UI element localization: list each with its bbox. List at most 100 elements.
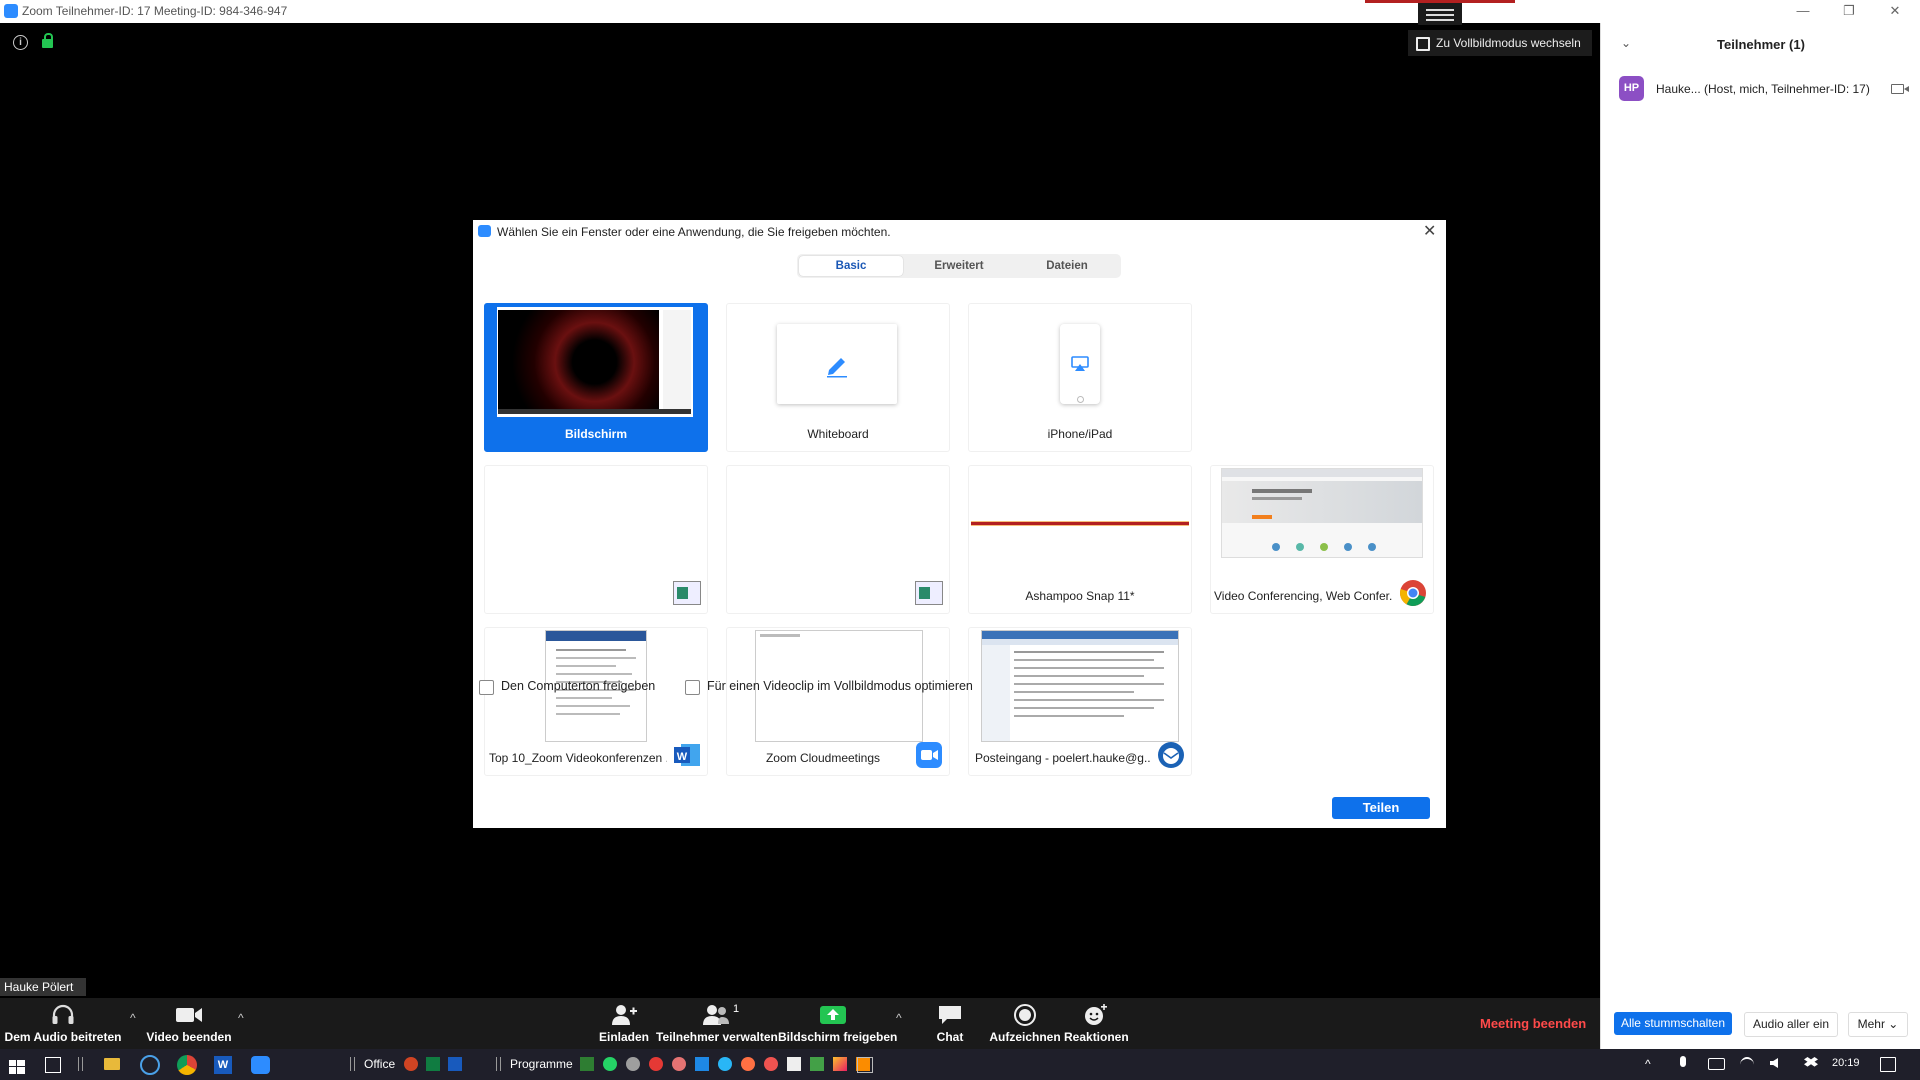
menu-handle-icon[interactable] [1418, 3, 1462, 25]
share-button[interactable]: Teilen [1332, 797, 1430, 819]
office-toolbar-label[interactable]: Office [364, 1057, 395, 1071]
program-icon[interactable] [857, 1057, 873, 1073]
tile-label: Ashampoo Snap 11* [1025, 589, 1135, 603]
program-icon[interactable] [810, 1057, 824, 1071]
join-audio-button[interactable]: Dem Audio beitreten [2, 1004, 124, 1044]
excel-icon[interactable] [426, 1057, 440, 1071]
share-screen-icon [820, 1006, 846, 1024]
more-button[interactable]: Mehr ⌄ [1848, 1012, 1908, 1037]
programs-toolbar-label[interactable]: Programme [510, 1057, 573, 1071]
ashampoo-preview [971, 521, 1189, 526]
record-button[interactable]: Aufzeichnen [988, 1004, 1062, 1044]
chrome-taskbar-icon[interactable] [177, 1055, 197, 1075]
program-icon[interactable] [649, 1057, 663, 1071]
chrome-preview [1221, 468, 1423, 558]
browser-icon[interactable] [140, 1055, 160, 1075]
share-tile-ashampoo-snap[interactable]: Ashampoo Snap 11* [968, 465, 1192, 614]
program-icon[interactable] [580, 1057, 594, 1071]
dropbox-icon[interactable] [695, 1057, 709, 1071]
share-tile-window[interactable] [726, 465, 950, 614]
word-icon: W [674, 744, 700, 766]
share-tile-screen[interactable]: Bildschirm [484, 303, 708, 452]
share-tile-whiteboard[interactable]: Whiteboard [726, 303, 950, 452]
optimize-video-checkbox[interactable] [685, 680, 700, 695]
share-screen-button[interactable]: Bildschirm freigeben [778, 1004, 897, 1044]
file-explorer-icon[interactable] [104, 1058, 120, 1070]
invite-button[interactable]: Einladen [594, 1004, 654, 1044]
reactions-label: Reaktionen [1064, 1030, 1129, 1044]
task-view-icon[interactable] [45, 1057, 61, 1073]
notification-center-icon[interactable] [1880, 1057, 1896, 1072]
share-tile-window[interactable] [484, 465, 708, 614]
microphone-icon[interactable] [1680, 1056, 1686, 1067]
computer-audio-checkbox[interactable] [479, 680, 494, 695]
reactions-button[interactable]: Reaktionen [1064, 1004, 1129, 1044]
battery-icon[interactable] [1708, 1058, 1725, 1070]
window-app-icon [915, 579, 943, 607]
program-icon[interactable] [764, 1057, 778, 1071]
tile-label: Video Conferencing, Web Confer... [1214, 589, 1393, 603]
fullscreen-button[interactable]: Zu Vollbildmodus wechseln [1408, 30, 1592, 56]
word-taskbar-icon[interactable]: W [214, 1056, 232, 1074]
program-icon[interactable] [718, 1057, 732, 1071]
program-icon[interactable] [833, 1057, 847, 1071]
avatar: HP [1619, 76, 1644, 101]
manage-participants-label: Teilnehmer verwalten [656, 1030, 778, 1044]
chat-button[interactable]: Chat [925, 1004, 975, 1044]
stop-video-button[interactable]: Video beenden [142, 1004, 236, 1044]
share-tile-zoom-cloudmeetings[interactable]: Zoom Cloudmeetings [726, 627, 950, 776]
mute-all-button[interactable]: Alle stummschalten [1614, 1012, 1732, 1035]
tile-label: Bildschirm [564, 427, 627, 441]
window-close-button[interactable]: ✕ [1872, 0, 1918, 23]
share-tile-thunderbird-inbox[interactable]: Posteingang - poelert.hauke@g... [968, 627, 1192, 776]
info-icon[interactable]: i [13, 35, 28, 50]
zoom-icon [916, 742, 942, 768]
taskbar-clock[interactable]: 20:19 [1832, 1057, 1860, 1069]
program-icon[interactable] [741, 1057, 755, 1071]
zoom-app-icon [4, 4, 18, 18]
dialog-close-button[interactable]: ✕ [1423, 221, 1436, 241]
share-tile-chrome-window[interactable]: Video Conferencing, Web Confer... [1210, 465, 1434, 614]
record-icon [1014, 1004, 1036, 1026]
whatsapp-icon[interactable] [603, 1057, 617, 1071]
video-options-caret[interactable]: ^ [238, 1011, 244, 1025]
fullscreen-label: Zu Vollbildmodus wechseln [1436, 36, 1581, 50]
manage-participants-button[interactable]: Teilnehmer verwalten [656, 1004, 778, 1044]
chrome-icon [1400, 580, 1426, 607]
share-options-caret[interactable]: ^ [896, 1011, 902, 1025]
airplay-icon [1071, 356, 1089, 371]
share-tile-iphone-ipad[interactable]: iPhone/iPad [968, 303, 1192, 452]
participant-name[interactable]: Hauke... (Host, mich, Teilnehmer-ID: 17) [1656, 82, 1870, 96]
program-icon[interactable] [672, 1057, 686, 1071]
program-icon[interactable] [787, 1057, 801, 1071]
tab-files[interactable]: Dateien [1015, 256, 1119, 276]
tile-label: Posteingang - poelert.hauke@g... [975, 751, 1151, 765]
record-label: Aufzeichnen [989, 1030, 1061, 1044]
chat-icon [939, 1006, 961, 1024]
taskbar-separator [496, 1057, 501, 1071]
audio-options-caret[interactable]: ^ [130, 1011, 136, 1025]
tab-advanced[interactable]: Erweitert [907, 256, 1011, 276]
screen-preview [497, 307, 693, 417]
unmute-all-button[interactable]: Audio aller ein [1744, 1012, 1838, 1037]
restore-button[interactable]: ❐ [1826, 0, 1872, 23]
join-audio-label: Dem Audio beitreten [4, 1030, 122, 1044]
end-meeting-button[interactable]: Meeting beenden [1480, 1016, 1586, 1031]
powerpoint-icon[interactable] [404, 1057, 418, 1071]
reaction-smiley-icon [1085, 1004, 1107, 1025]
video-camera-icon [176, 1008, 202, 1022]
tray-chevron-icon[interactable]: ^ [1645, 1057, 1651, 1071]
tab-basic[interactable]: Basic [799, 256, 903, 276]
window-app-icon [673, 579, 701, 607]
windows-start-icon[interactable] [9, 1058, 25, 1076]
program-icon[interactable] [626, 1057, 640, 1071]
wifi-icon[interactable] [1740, 1057, 1754, 1073]
zoom-taskbar-icon[interactable] [251, 1056, 270, 1074]
svg-text:W: W [677, 751, 688, 763]
zoom-app-icon [478, 225, 491, 237]
word-quicklaunch-icon[interactable] [448, 1057, 462, 1071]
share-tile-word-document[interactable]: Top 10_Zoom Videokonferenzen ... W [484, 627, 708, 776]
add-person-icon [612, 1005, 637, 1025]
minimize-button[interactable]: — [1780, 0, 1826, 23]
lock-icon[interactable] [42, 33, 53, 48]
